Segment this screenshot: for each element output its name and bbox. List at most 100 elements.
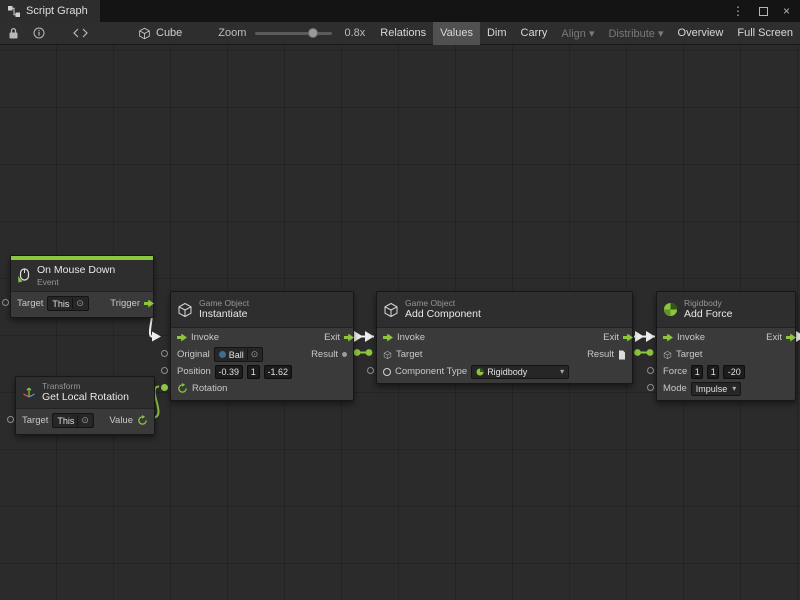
target-input-port[interactable] xyxy=(7,416,14,423)
target-value: This xyxy=(57,416,74,426)
transform-icon xyxy=(22,386,36,400)
invoke-exit-row: Invoke Exit xyxy=(171,329,353,346)
node-title: Add Component xyxy=(405,308,481,321)
rigidbody-icon xyxy=(663,302,678,317)
target-label: Target xyxy=(22,415,48,426)
invoke-exit-row: Invoke Exit xyxy=(377,329,632,346)
result-label: Result xyxy=(587,349,614,360)
component-type-dropdown[interactable]: Rigidbody ▾ xyxy=(471,365,569,379)
original-input-port[interactable] xyxy=(161,350,168,357)
rotation-label: Rotation xyxy=(192,383,227,394)
maximize-icon[interactable] xyxy=(759,7,768,16)
component-type-input-port[interactable] xyxy=(367,367,374,374)
value-label: Value xyxy=(109,415,133,426)
prefab-icon xyxy=(219,351,226,358)
invoke-arrow-icon[interactable] xyxy=(383,334,393,342)
force-x-field[interactable]: 1 xyxy=(691,365,703,379)
carry-button[interactable]: Carry xyxy=(514,22,555,45)
tab-script-graph[interactable]: Script Graph xyxy=(0,0,100,22)
invoke-arrow-icon[interactable] xyxy=(177,334,187,342)
position-label: Position xyxy=(177,366,211,377)
original-object-field[interactable]: Ball ⊙ xyxy=(214,347,264,362)
graph-object-name: Cube xyxy=(156,27,182,39)
rotation-type-icon[interactable] xyxy=(137,415,148,426)
mode-input-port[interactable] xyxy=(647,384,654,391)
distribute-dropdown-button[interactable]: Distribute ▾ xyxy=(601,22,670,45)
target-row: Target xyxy=(657,346,795,363)
position-y-field[interactable]: 1 xyxy=(247,365,260,379)
component-type-label: Component Type xyxy=(395,366,467,377)
force-input-port[interactable] xyxy=(647,367,654,374)
target-row: Target This ⊙ Value xyxy=(16,410,154,431)
graph-icon xyxy=(8,6,20,17)
titlebar: Script Graph ⋮ × xyxy=(0,0,800,22)
document-icon[interactable] xyxy=(618,350,626,360)
node-on-mouse-down[interactable]: On Mouse Down Event Target This ⊙ Trigge… xyxy=(10,255,154,318)
target-input-port[interactable] xyxy=(2,299,9,306)
node-subtitle: Event xyxy=(37,277,115,287)
invoke-label: Invoke xyxy=(677,332,705,343)
full-screen-button[interactable]: Full Screen xyxy=(730,22,800,45)
dim-button[interactable]: Dim xyxy=(480,22,514,45)
mode-value: Impulse xyxy=(696,384,728,394)
rotation-type-icon xyxy=(177,383,188,394)
code-icon[interactable] xyxy=(73,28,88,38)
result-output-dot-icon[interactable] xyxy=(342,352,347,357)
object-picker-icon[interactable]: ⊙ xyxy=(247,349,259,360)
invoke-exit-row: Invoke Exit xyxy=(657,329,795,346)
node-title: Add Force xyxy=(684,308,732,321)
graph-canvas[interactable]: On Mouse Down Event Target This ⊙ Trigge… xyxy=(0,45,800,600)
zoom-slider[interactable] xyxy=(255,32,332,35)
node-instantiate[interactable]: Game Object Instantiate Invoke Exit Orig… xyxy=(170,291,354,401)
position-row: Position -0.39 1 -1.62 xyxy=(171,363,353,380)
mouse-icon xyxy=(17,268,31,283)
original-label: Original xyxy=(177,349,210,360)
node-add-component[interactable]: Game Object Add Component Invoke Exit Ta… xyxy=(376,291,633,384)
script-graph-window: Script Graph ⋮ × Cube Zoom 0.8x Relation… xyxy=(0,0,800,600)
exit-label: Exit xyxy=(603,332,619,343)
component-type-value: Rigidbody xyxy=(487,367,527,377)
target-label: Target xyxy=(17,298,43,309)
target-object-field[interactable]: This ⊙ xyxy=(52,413,94,428)
window-title: Script Graph xyxy=(26,5,88,17)
target-object-field[interactable]: This ⊙ xyxy=(47,296,89,311)
game-object-mini-icon xyxy=(383,350,392,360)
lock-icon[interactable] xyxy=(8,27,19,39)
force-y-field[interactable]: 1 xyxy=(707,365,719,379)
values-button[interactable]: Values xyxy=(433,22,480,45)
relations-button[interactable]: Relations xyxy=(373,22,433,45)
force-label: Force xyxy=(663,366,687,377)
result-label: Result xyxy=(311,349,338,360)
trigger-label: Trigger xyxy=(110,298,140,309)
rotation-row: Rotation xyxy=(171,380,353,397)
close-icon[interactable]: × xyxy=(783,4,790,18)
overview-button[interactable]: Overview xyxy=(671,22,731,45)
mode-dropdown[interactable]: Impulse ▾ xyxy=(691,382,742,396)
force-z-field[interactable]: -20 xyxy=(723,365,745,379)
force-row: Force 1 1 -20 xyxy=(657,363,795,380)
align-dropdown-button[interactable]: Align ▾ xyxy=(554,22,601,45)
exit-arrow-icon[interactable] xyxy=(623,334,633,342)
info-icon[interactable] xyxy=(33,27,45,39)
exit-arrow-icon[interactable] xyxy=(344,334,354,342)
position-z-field[interactable]: -1.62 xyxy=(264,365,292,379)
original-result-row: Original Ball ⊙ Result xyxy=(171,346,353,363)
node-add-force[interactable]: Rigidbody Add Force Invoke Exit Target xyxy=(656,291,796,401)
invoke-arrow-icon[interactable] xyxy=(663,334,673,342)
rotation-input-port[interactable] xyxy=(161,384,168,391)
exit-arrow-icon[interactable] xyxy=(786,334,796,342)
node-category: Rigidbody xyxy=(684,298,732,308)
node-title: Get Local Rotation xyxy=(42,391,129,404)
position-input-port[interactable] xyxy=(161,367,168,374)
exit-label: Exit xyxy=(324,332,340,343)
node-get-local-rotation[interactable]: Transform Get Local Rotation Target This… xyxy=(15,376,155,435)
menu-icon[interactable]: ⋮ xyxy=(732,4,744,18)
object-picker-icon[interactable]: ⊙ xyxy=(72,298,84,309)
dropdown-arrow-icon: ▾ xyxy=(560,367,564,376)
position-x-field[interactable]: -0.39 xyxy=(215,365,243,379)
zoom-slider-thumb[interactable] xyxy=(308,28,318,38)
mode-label: Mode xyxy=(663,383,687,394)
trigger-output-arrow-icon[interactable] xyxy=(144,300,154,308)
window-controls: ⋮ × xyxy=(732,4,800,18)
object-picker-icon[interactable]: ⊙ xyxy=(77,415,89,426)
